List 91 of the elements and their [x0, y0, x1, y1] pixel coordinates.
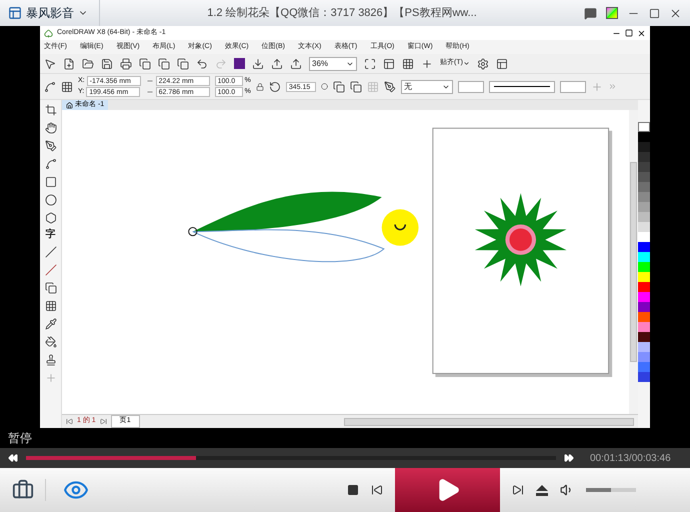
toolbox-icon[interactable]: [12, 479, 34, 501]
progress-track[interactable]: [26, 456, 556, 460]
color-swatch[interactable]: [638, 262, 650, 272]
crop-icon[interactable]: [44, 104, 56, 116]
copy-icon[interactable]: [158, 58, 170, 70]
color-swatch[interactable]: [638, 142, 650, 152]
color-swatch[interactable]: [638, 272, 650, 282]
next-icon[interactable]: [512, 484, 524, 496]
caret-icon: [462, 60, 470, 67]
copy-icon[interactable]: [139, 58, 151, 70]
color-swatch[interactable]: [638, 172, 650, 182]
pointer-icon[interactable]: [44, 58, 56, 70]
new-file-icon[interactable]: [63, 58, 75, 70]
text-tool[interactable]: 字: [46, 230, 56, 240]
rectangle-icon[interactable]: [44, 176, 56, 188]
line-icon[interactable]: [44, 246, 56, 258]
color-icon[interactable]: [606, 7, 618, 19]
app-logo-icon: [44, 28, 53, 38]
color-swatch[interactable]: [638, 202, 650, 212]
color-swatch[interactable]: [638, 292, 650, 302]
settings-icon[interactable]: [476, 58, 489, 70]
color-swatch[interactable]: [638, 372, 650, 382]
color-swatch[interactable]: [638, 312, 650, 322]
color-swatch[interactable]: [638, 152, 650, 162]
ellipse-icon[interactable]: [44, 194, 56, 206]
print-icon[interactable]: [120, 58, 132, 70]
no-color-swatch[interactable]: [638, 122, 650, 132]
color-swatch[interactable]: [638, 132, 650, 142]
zoom-dropdown[interactable]: 36%: [309, 56, 357, 70]
maximize-icon[interactable]: [649, 8, 660, 18]
fill-icon[interactable]: [44, 336, 56, 348]
lock-icon[interactable]: [256, 82, 264, 90]
color-swatch[interactable]: [638, 332, 650, 342]
color-swatch[interactable]: [638, 352, 650, 362]
first-page-icon[interactable]: [66, 418, 73, 425]
hand-icon[interactable]: [44, 122, 56, 134]
eject-icon[interactable]: [536, 484, 548, 496]
save-icon[interactable]: [101, 58, 113, 70]
color-swatch[interactable]: [638, 282, 650, 292]
horizontal-scrollbar[interactable]: [344, 418, 634, 426]
play-pause-button[interactable]: [395, 468, 500, 512]
shape-tool-icon[interactable]: [44, 80, 56, 92]
cursor-highlight: [382, 209, 419, 246]
smart-fill-icon[interactable]: [44, 354, 56, 366]
color-swatch[interactable]: [638, 192, 650, 202]
eyedropper-icon[interactable]: [44, 318, 56, 330]
video-title: 1.2 绘制花朵【QQ微信：3717 3826】【PS教程网ww...: [207, 6, 477, 21]
color-swatch[interactable]: [638, 322, 650, 332]
line-style-dropdown[interactable]: [488, 80, 555, 92]
last-page-icon[interactable]: [100, 418, 107, 425]
wrap-dropdown[interactable]: 无: [400, 80, 453, 94]
color-swatch[interactable]: [638, 212, 650, 222]
shadow-icon[interactable]: [44, 282, 56, 294]
import-icon[interactable]: [252, 58, 264, 70]
line-start-dropdown[interactable]: [458, 80, 484, 92]
previous-icon[interactable]: [371, 484, 383, 496]
fit-page-icon[interactable]: [364, 58, 376, 70]
status-text: 暂停: [8, 430, 32, 447]
color-swatch[interactable]: [638, 222, 650, 232]
reference-point-icon[interactable]: [61, 80, 73, 92]
volume-track[interactable]: [586, 488, 636, 492]
color-swatch[interactable]: [638, 242, 650, 252]
time-display: 00:01:13/00:03:46: [590, 452, 671, 466]
node-handle: [188, 227, 198, 236]
rewind-icon[interactable]: [8, 453, 18, 463]
color-swatch[interactable]: [638, 302, 650, 312]
degree-icon[interactable]: [320, 83, 328, 90]
export-icon[interactable]: [271, 58, 283, 70]
pen-icon[interactable]: [44, 140, 56, 152]
color-swatch[interactable]: [638, 252, 650, 262]
color-swatch[interactable]: [638, 362, 650, 372]
undo-icon[interactable]: [196, 58, 208, 70]
chat-icon[interactable]: [584, 6, 597, 20]
polygon-icon[interactable]: [44, 212, 56, 224]
curve-icon[interactable]: [44, 158, 56, 170]
color-swatch[interactable]: [638, 232, 650, 242]
close-icon[interactable]: [637, 28, 646, 38]
color-swatch[interactable]: [638, 182, 650, 192]
maximize-icon[interactable]: [625, 29, 633, 37]
transparency-icon[interactable]: [44, 300, 56, 312]
app-name: 暴风影音: [26, 5, 74, 22]
fast-forward-icon[interactable]: [564, 453, 574, 463]
rotate-icon[interactable]: [268, 80, 281, 92]
grid-icon[interactable]: [402, 58, 414, 70]
stop-icon[interactable]: [347, 484, 359, 496]
app-logo-icon: [8, 6, 22, 20]
color-swatch[interactable]: [638, 342, 650, 352]
connector-icon[interactable]: [44, 264, 56, 276]
color-swatch[interactable]: [638, 162, 650, 172]
home-icon: [66, 102, 73, 108]
open-folder-icon[interactable]: [82, 58, 94, 70]
